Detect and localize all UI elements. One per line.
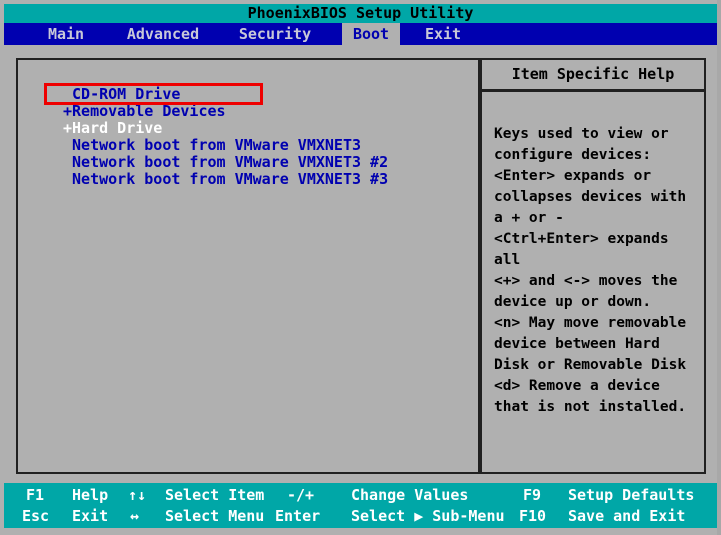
key-enter: Enter — [275, 507, 321, 525]
list-item[interactable]: +Removable Devices — [63, 103, 463, 120]
list-item[interactable]: +Hard Drive — [63, 120, 463, 137]
boot-device-prefix — [63, 136, 72, 154]
page-title: PhoenixBIOS Setup Utility — [4, 4, 717, 23]
boot-device-prefix — [63, 85, 72, 103]
help-panel: Keys used to view or configure devices: … — [480, 90, 706, 474]
key-change-values[interactable]: Change Values — [351, 485, 468, 506]
key-select-item[interactable]: Select Item — [165, 485, 264, 506]
key-leftright: ↔ — [130, 507, 140, 525]
key-esc-action[interactable]: Exit — [72, 506, 108, 527]
function-key-bar: F1 Help ↑↓ Select Item -/+ Change Values… — [4, 483, 717, 528]
key-select-menu[interactable]: Select Menu — [165, 506, 264, 527]
tab-boot[interactable]: Boot — [342, 23, 400, 45]
key-updown: ↑↓ — [128, 486, 147, 504]
tab-exit[interactable]: Exit — [408, 23, 478, 45]
list-item[interactable]: CD-ROM Drive — [63, 86, 463, 103]
key-f1-action[interactable]: Help — [72, 485, 108, 506]
tab-advanced[interactable]: Advanced — [108, 23, 218, 45]
key-f10: F10 — [519, 507, 547, 525]
key-f9: F9 — [523, 486, 542, 504]
boot-device-label: Hard Drive — [72, 119, 163, 137]
list-item[interactable]: Network boot from VMware VMXNET3 — [63, 137, 463, 154]
boot-device-prefix — [63, 170, 72, 188]
boot-device-prefix: + — [63, 102, 73, 120]
menu-bar: Main Advanced Security Boot Exit — [4, 23, 717, 45]
boot-device-prefix — [63, 153, 72, 171]
key-save-and-exit[interactable]: Save and Exit — [568, 506, 685, 527]
help-panel-title: Item Specific Help — [480, 58, 706, 91]
key-esc: Esc — [22, 507, 50, 525]
key-f1: F1 — [26, 486, 45, 504]
boot-device-label: Network boot from VMware VMXNET3 #2 — [72, 153, 389, 171]
key-sub-menu[interactable]: Select ▶ Sub-Menu — [351, 506, 505, 527]
boot-device-label: Removable Devices — [72, 102, 226, 120]
key-setup-defaults[interactable]: Setup Defaults — [568, 485, 694, 506]
tab-main[interactable]: Main — [24, 23, 108, 45]
boot-device-prefix: + — [63, 119, 73, 137]
boot-device-label: Network boot from VMware VMXNET3 — [72, 136, 362, 154]
list-item[interactable]: Network boot from VMware VMXNET3 #3 — [63, 171, 463, 188]
help-text: Keys used to view or configure devices: … — [494, 126, 687, 415]
boot-device-label: Network boot from VMware VMXNET3 #3 — [72, 170, 389, 188]
boot-order-panel: CD-ROM Drive +Removable Devices +Hard Dr… — [16, 58, 480, 474]
boot-device-list: CD-ROM Drive +Removable Devices +Hard Dr… — [63, 86, 463, 188]
bios-setup-screen: PhoenixBIOS Setup Utility Main Advanced … — [0, 0, 721, 535]
window-edge-strip — [717, 0, 721, 535]
boot-device-label: CD-ROM Drive — [72, 85, 181, 103]
tab-security[interactable]: Security — [218, 23, 332, 45]
key-minus-plus: -/+ — [287, 486, 315, 504]
list-item[interactable]: Network boot from VMware VMXNET3 #2 — [63, 154, 463, 171]
